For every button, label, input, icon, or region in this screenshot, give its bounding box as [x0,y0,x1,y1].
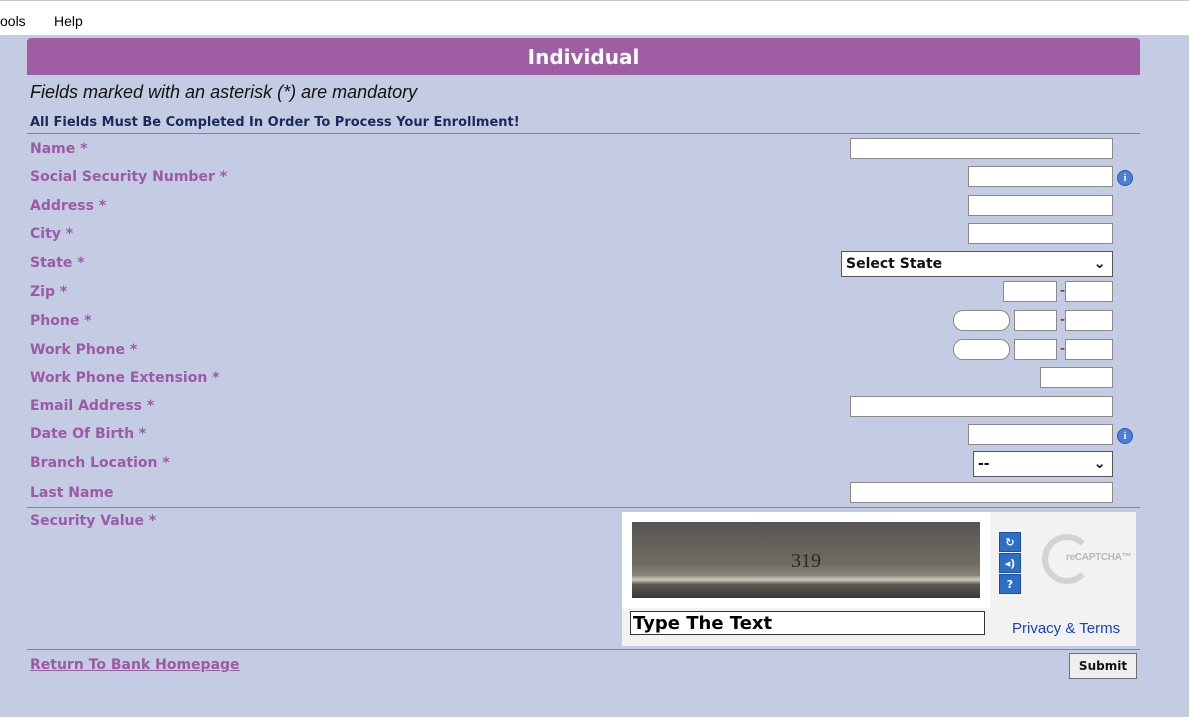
state-select-value: Select State [846,256,943,272]
divider [27,133,1140,134]
last-name-input[interactable] [850,482,1113,503]
work-phone-extension-input[interactable] [1040,367,1113,388]
address-input[interactable] [968,195,1113,216]
work-phone-line-input[interactable] [1065,339,1113,360]
menu-help[interactable]: Help [54,13,83,29]
ssn-label: Social Security Number * [30,169,228,185]
recaptcha-logo-text: reCAPTCHA™ [1066,552,1132,563]
completion-note: All Fields Must Be Completed In Order To… [30,115,520,130]
menu-bar: ools Help [0,0,1189,35]
audio-icon[interactable]: ◂) [999,553,1021,573]
captcha-image-frame: 319 [622,512,990,608]
name-label: Name * [30,141,88,157]
form-title: Individual [27,38,1140,75]
zip-input[interactable] [1003,281,1057,302]
recaptcha-widget: 319 Type The Text ↻ ◂) ? reCAPTCHA™ Priv… [622,512,1136,646]
work-phone-extension-label: Work Phone Extension * [30,370,220,386]
ssn-info-icon[interactable]: i [1117,170,1133,186]
state-label: State * [30,255,85,271]
branch-select-value: -- [978,456,990,472]
help-icon[interactable]: ? [999,574,1021,594]
privacy-terms-link[interactable]: Privacy & Terms [1012,620,1120,637]
state-select[interactable]: Select State ⌄ [841,251,1113,277]
branch-location-label: Branch Location * [30,455,170,471]
security-value-label: Security Value * [30,513,157,529]
captcha-response-input[interactable]: Type The Text [630,611,985,635]
address-label: Address * [30,198,107,214]
city-label: City * [30,226,74,242]
return-to-homepage-link[interactable]: Return To Bank Homepage [30,657,240,673]
date-of-birth-label: Date Of Birth * [30,426,147,442]
captcha-image: 319 [632,522,980,598]
chevron-down-icon: ⌄ [1093,454,1106,472]
work-phone-prefix-input[interactable] [1014,339,1057,360]
chevron-down-icon: ⌄ [1093,254,1106,272]
phone-label: Phone * [30,313,92,329]
menu-tools[interactable]: ools [0,13,26,29]
city-input[interactable] [968,223,1113,244]
phone-prefix-input[interactable] [1014,310,1057,331]
last-name-label: Last Name [30,485,114,501]
phone-area-code-input[interactable] [953,310,1010,331]
email-label: Email Address * [30,398,155,414]
zip-label: Zip * [30,284,68,300]
name-input[interactable] [850,138,1113,159]
submit-button[interactable]: Submit [1069,653,1137,679]
ssn-input[interactable] [968,166,1113,187]
mandatory-note: Fields marked with an asterisk (*) are m… [30,82,418,102]
date-of-birth-info-icon[interactable]: i [1117,428,1133,444]
divider [27,507,1140,508]
work-phone-area-code-input[interactable] [953,339,1010,360]
divider [27,649,1140,650]
phone-line-input[interactable] [1065,310,1113,331]
date-of-birth-input[interactable] [968,424,1113,445]
refresh-icon[interactable]: ↻ [999,532,1021,552]
branch-location-select[interactable]: -- ⌄ [973,451,1113,477]
email-input[interactable] [850,396,1113,417]
work-phone-label: Work Phone * [30,342,138,358]
zip-extension-input[interactable] [1065,281,1113,302]
captcha-image-text: 319 [791,550,821,572]
